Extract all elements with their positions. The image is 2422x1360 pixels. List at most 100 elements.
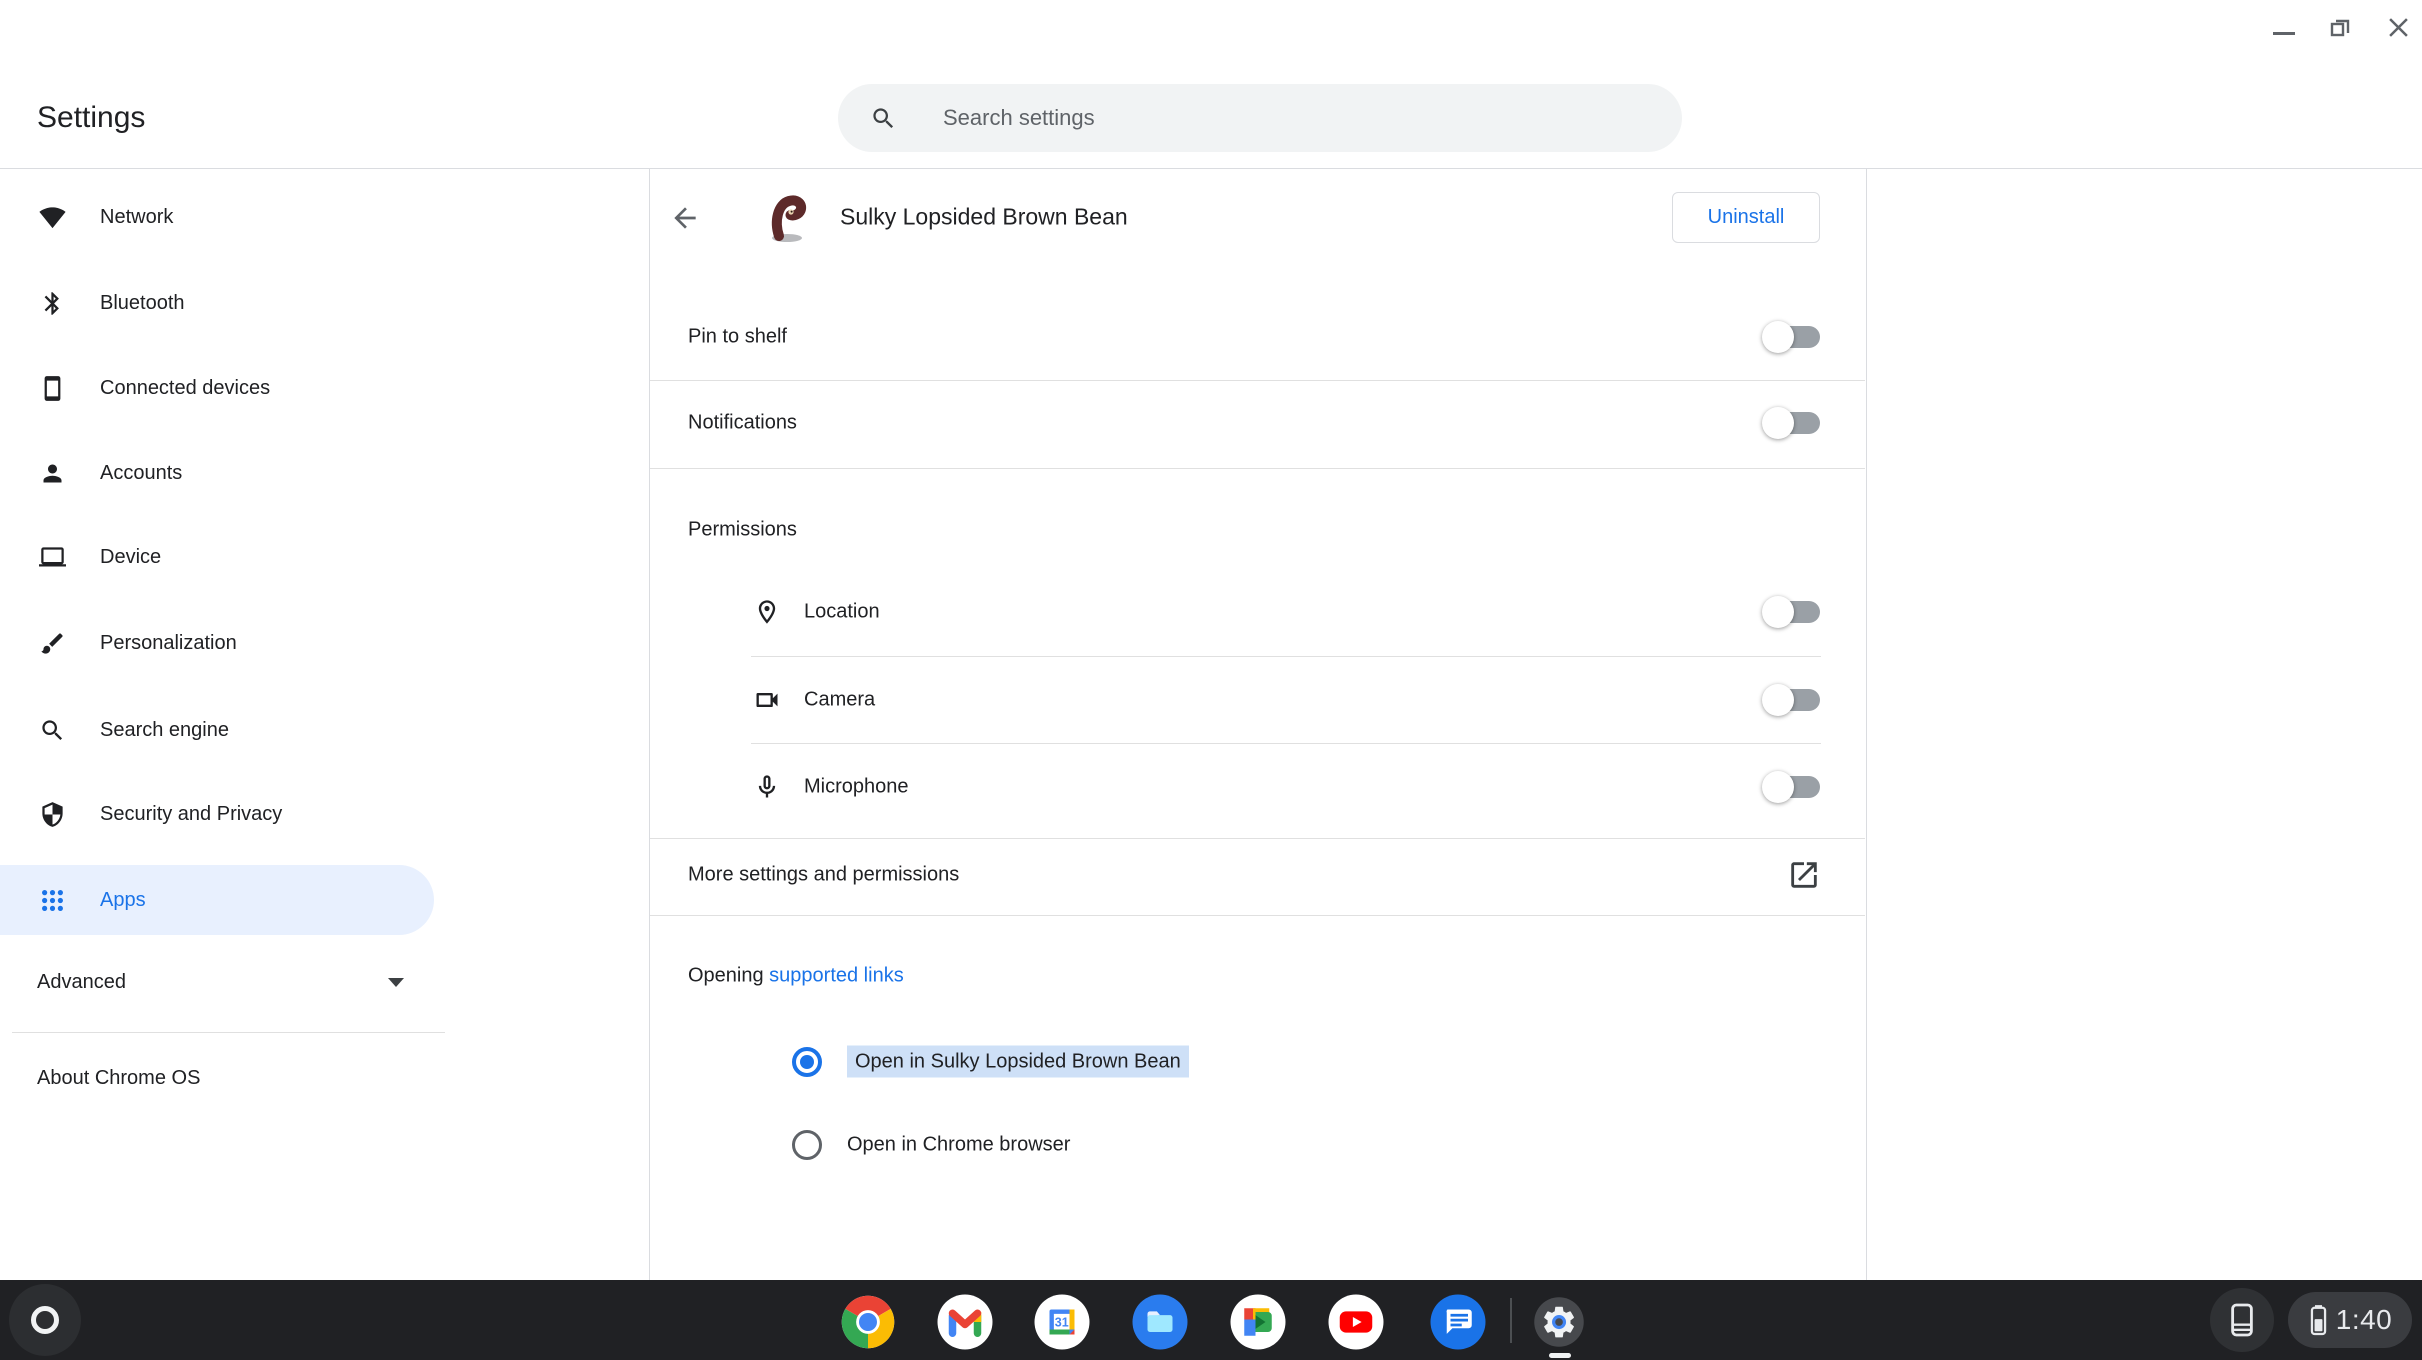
sidebar-item-label: Accounts — [100, 461, 183, 484]
selected-text-highlight: Open in Sulky Lopsided Brown Bean — [847, 1045, 1189, 1078]
sidebar-item-about-chromeos[interactable]: About Chrome OS — [0, 1046, 450, 1110]
search-icon — [873, 107, 894, 128]
sidebar-item-connected-devices[interactable]: Connected devices — [0, 353, 434, 423]
location-label: Location — [804, 600, 880, 623]
divider — [650, 838, 1865, 839]
sidebar-item-bluetooth[interactable]: Bluetooth — [0, 268, 434, 338]
camera-toggle[interactable] — [1762, 684, 1820, 716]
about-label: About Chrome OS — [37, 1066, 201, 1089]
sulky-bean-app-icon — [771, 195, 807, 242]
advanced-label: Advanced — [37, 970, 126, 993]
launcher-button[interactable] — [9, 1284, 81, 1356]
chrome-icon — [841, 1295, 895, 1349]
youtube-icon — [1328, 1294, 1384, 1350]
search-bar[interactable] — [838, 84, 1682, 152]
page-title: Settings — [37, 101, 146, 134]
uninstall-button[interactable]: Uninstall — [1672, 192, 1820, 243]
sidebar-item-security-privacy[interactable]: Security and Privacy — [0, 779, 434, 849]
wifi-icon — [39, 206, 66, 228]
sidebar-item-label: Bluetooth — [100, 291, 185, 314]
chromeos-settings-window: Settings Network Bluetooth Connecte — [0, 0, 2422, 1360]
chevron-down-icon — [388, 977, 404, 987]
shelf-app-chrome[interactable] — [838, 1292, 898, 1352]
shelf: 31 1:40 — [0, 1280, 2422, 1360]
permissions-heading: Permissions — [688, 518, 797, 541]
location-pin-icon — [758, 600, 776, 624]
status-tray[interactable]: 1:40 — [2288, 1292, 2412, 1348]
back-arrow-icon[interactable] — [669, 202, 701, 234]
open-in-chrome-radio[interactable] — [792, 1130, 822, 1160]
opening-links-heading: Opening supported links — [688, 965, 904, 988]
apps-grid-icon — [42, 889, 63, 911]
clock-time: 1:40 — [2335, 1304, 2393, 1335]
notifications-label: Notifications — [688, 411, 797, 434]
location-toggle[interactable] — [1762, 596, 1820, 628]
more-settings-label: More settings and permissions — [688, 863, 960, 886]
shield-icon — [42, 801, 63, 827]
pin-to-shelf-toggle[interactable] — [1762, 321, 1820, 353]
bluetooth-icon — [44, 291, 59, 315]
gmail-icon — [937, 1294, 993, 1350]
sidebar-item-label: Apps — [100, 888, 146, 911]
toggle-thumb — [1762, 407, 1794, 439]
titlebar: Settings — [0, 0, 2422, 169]
open-in-app-label[interactable]: Open in Sulky Lopsided Brown Bean — [847, 1045, 1189, 1078]
toggle-thumb — [1762, 771, 1794, 803]
microphone-toggle[interactable] — [1762, 771, 1820, 803]
calendar-icon: 31 — [1034, 1294, 1090, 1350]
sidebar-advanced-expander[interactable]: Advanced — [0, 947, 450, 1017]
sidebar-item-label: Security and Privacy — [100, 802, 283, 825]
divider — [650, 468, 1865, 469]
app-title: Sulky Lopsided Brown Bean — [840, 203, 1128, 230]
sidebar-item-device[interactable]: Device — [0, 522, 434, 592]
microphone-label: Microphone — [804, 775, 909, 798]
shelf-app-messages[interactable] — [1428, 1292, 1488, 1352]
shelf-app-files[interactable] — [1130, 1292, 1190, 1352]
svg-text:31: 31 — [1055, 1316, 1069, 1330]
toggle-thumb — [1762, 596, 1794, 628]
camera-label: Camera — [804, 688, 876, 711]
restore-window-button[interactable] — [2328, 16, 2352, 40]
laptop-icon — [39, 546, 66, 566]
search-input[interactable] — [941, 104, 1585, 132]
supported-links-link[interactable]: supported links — [769, 965, 904, 987]
brush-icon — [41, 632, 63, 654]
divider — [751, 743, 1821, 744]
opening-prefix: Opening — [688, 964, 770, 987]
sidebar-item-apps[interactable]: Apps — [0, 865, 434, 935]
open-in-app-radio[interactable] — [792, 1047, 822, 1077]
divider — [650, 915, 1865, 916]
notifications-toggle[interactable] — [1762, 407, 1820, 439]
search-icon — [42, 719, 63, 740]
shelf-app-meet[interactable] — [1228, 1292, 1288, 1352]
open-in-chrome-label[interactable]: Open in Chrome browser — [847, 1134, 1070, 1157]
minimize-button[interactable] — [2273, 32, 2295, 35]
toggle-thumb — [1762, 321, 1794, 353]
app-detail-panel: Sulky Lopsided Brown Bean Uninstall Pin … — [649, 169, 1867, 1280]
sidebar-item-search-engine[interactable]: Search engine — [0, 695, 434, 765]
sidebar-item-network[interactable]: Network — [0, 182, 434, 252]
phone-hub-button[interactable] — [2210, 1288, 2274, 1352]
meet-icon — [1230, 1294, 1286, 1350]
sidebar-item-label: Device — [100, 545, 162, 568]
toggle-thumb — [1762, 684, 1794, 716]
close-button[interactable] — [2388, 17, 2409, 38]
shelf-app-gmail[interactable] — [935, 1292, 995, 1352]
sidebar-item-accounts[interactable]: Accounts — [0, 438, 434, 508]
battery-icon — [2310, 1305, 2326, 1336]
shelf-app-settings-active[interactable] — [1532, 1295, 1586, 1349]
sidebar: Network Bluetooth Connected devices Acco… — [0, 169, 450, 1280]
shelf-app-calendar[interactable]: 31 — [1032, 1292, 1092, 1352]
shelf-app-youtube[interactable] — [1326, 1292, 1386, 1352]
sidebar-item-label: Search engine — [100, 718, 229, 741]
open-in-new-icon[interactable] — [1787, 858, 1821, 892]
divider — [650, 380, 1865, 381]
sidebar-item-label: Personalization — [100, 631, 237, 654]
sidebar-item-personalization[interactable]: Personalization — [0, 608, 434, 678]
files-icon — [1132, 1294, 1188, 1350]
launcher-icon — [31, 1306, 59, 1334]
sidebar-item-label: Network — [100, 205, 174, 228]
videocam-icon — [756, 693, 778, 707]
divider — [751, 656, 1821, 657]
microphone-icon — [758, 775, 776, 798]
